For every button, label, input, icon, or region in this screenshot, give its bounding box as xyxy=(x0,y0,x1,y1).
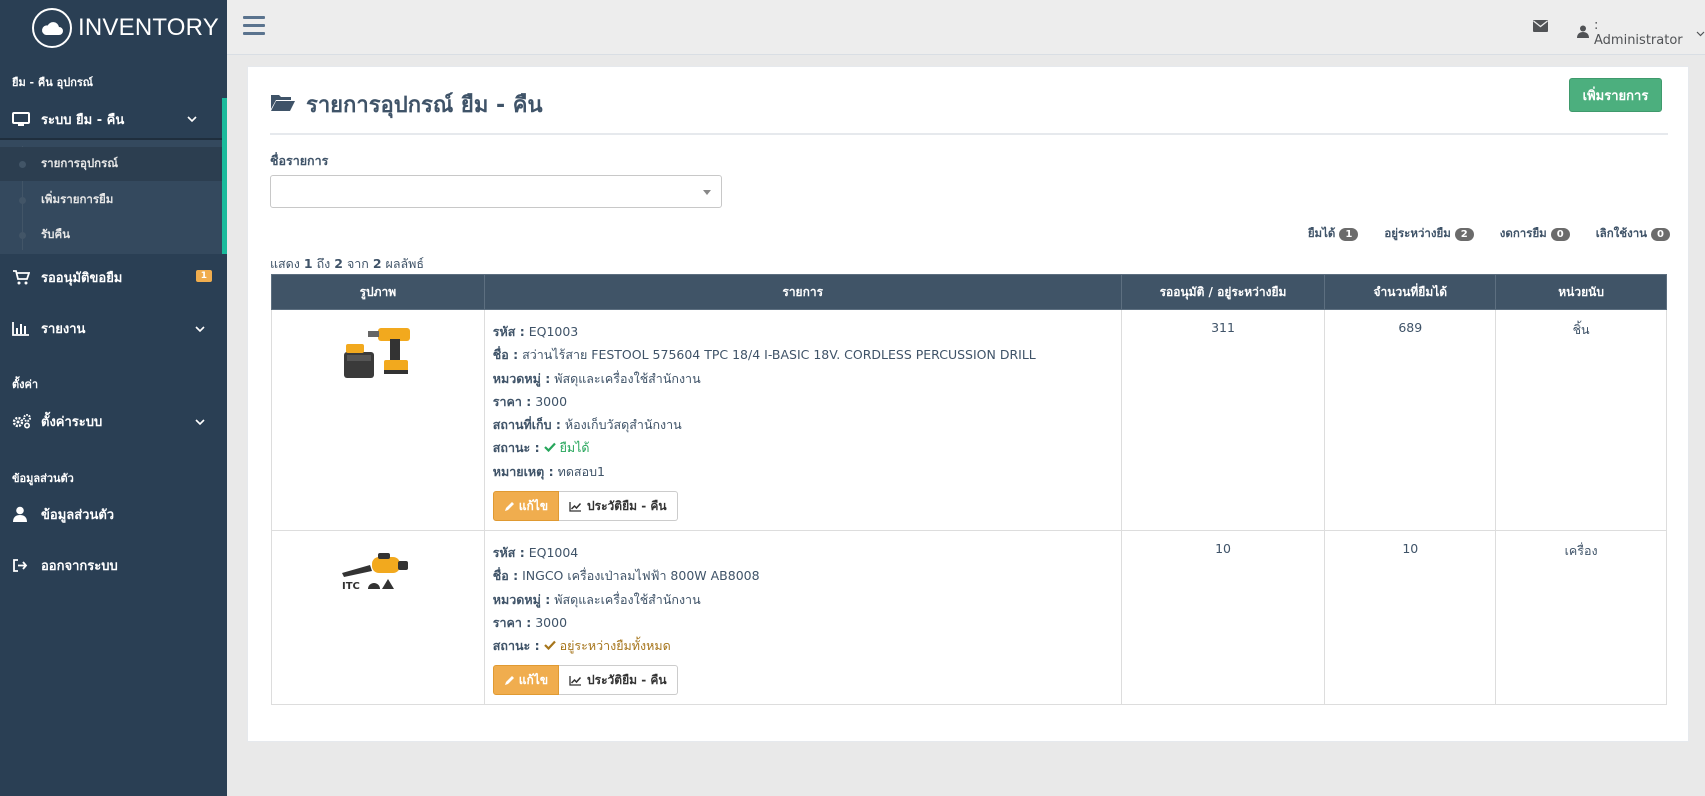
item-code: EQ1003 xyxy=(528,324,579,339)
user-name: : Administrator xyxy=(1594,18,1683,48)
table-row: ITC รหัส : EQ1004 ชื่อ : INGCO เครื่องเป… xyxy=(271,530,1667,705)
svg-text:ITC: ITC xyxy=(342,581,360,592)
column-header: รายการ xyxy=(483,274,1122,310)
detail-cell: รหัส : EQ1004 ชื่อ : INGCO เครื่องเป่าลม… xyxy=(483,530,1122,705)
brand[interactable]: INVENTORY xyxy=(0,0,227,55)
sidebar: INVENTORY ยืม - คืน อุปกรณ์ ระบบ ยืม - ค… xyxy=(0,0,227,796)
line-chart-icon xyxy=(569,675,582,686)
sign-out-icon xyxy=(12,558,34,573)
sidebar-item-approve[interactable]: รออนุมัติขอยืม 1 xyxy=(0,257,227,297)
image-cell: ITC xyxy=(271,530,485,705)
sidebar-item-profile[interactable]: ข้อมูลส่วนตัว xyxy=(0,494,227,534)
bar-chart-icon xyxy=(12,321,34,336)
page-title: รายการอุปกรณ์ ยืม - คืน xyxy=(270,87,543,122)
sidebar-item-add-borrow[interactable]: เพิ่มรายการยืม xyxy=(0,183,222,217)
desktop-icon xyxy=(12,111,34,127)
status-retired: เลิกใช้งาน 0 xyxy=(1596,225,1670,243)
chevron-down-icon xyxy=(187,112,197,127)
cart-icon xyxy=(12,269,34,285)
column-header: รออนุมัติ / อยู่ระหว่างยืม xyxy=(1120,274,1326,310)
sidebar-item-settings[interactable]: ตั้งค่าระบบ xyxy=(0,401,227,441)
folder-open-icon xyxy=(270,92,296,118)
pencil-icon xyxy=(504,501,514,511)
section-title-borrow: ยืม - คืน อุปกรณ์ xyxy=(12,76,93,89)
user-icon xyxy=(12,506,34,522)
history-button[interactable]: ประวัติยืม - คืน xyxy=(559,665,678,696)
cloud-icon xyxy=(32,7,72,48)
add-item-button[interactable]: เพิ่มรายการ xyxy=(1569,78,1662,112)
user-icon xyxy=(1577,25,1589,42)
chevron-down-icon xyxy=(195,415,205,430)
item-location: ห้องเก็บวัสดุสำนักงาน xyxy=(564,417,682,433)
bullet-icon xyxy=(19,231,26,239)
item-name-select[interactable] xyxy=(270,175,722,208)
sub-menu-borrow: รายการอุปกรณ์ เพิ่มรายการยืม รับคืน xyxy=(0,140,227,254)
bullet-icon xyxy=(19,196,26,204)
sidebar-item-label: ระบบ ยืม - คืน xyxy=(41,112,125,128)
detail-cell: รหัส : EQ1003 ชื่อ : สว่านไร้สาย FESTOOL… xyxy=(483,309,1122,531)
item-name: สว่านไร้สาย FESTOOL 575604 TPC 18/4 I-BA… xyxy=(522,347,1036,363)
item-category: พัสดุและเครื่องใช้สำนักงาน xyxy=(554,370,701,386)
result-summary: แสดง 1 ถึง 2 จาก 2 ผลลัพธ์ xyxy=(270,256,425,271)
table-row: รหัส : EQ1003 ชื่อ : สว่านไร้สาย FESTOOL… xyxy=(271,309,1667,531)
pencil-icon xyxy=(504,675,514,685)
item-price: 3000 xyxy=(535,393,568,409)
image-cell xyxy=(271,309,485,531)
available-count: 689 xyxy=(1324,309,1497,531)
sidebar-item-borrow-system[interactable]: ระบบ ยืม - คืน xyxy=(0,98,227,140)
check-icon xyxy=(543,640,556,651)
available-count: 10 xyxy=(1324,530,1497,705)
check-icon xyxy=(543,443,556,453)
item-price: 3000 xyxy=(535,614,568,630)
user-menu[interactable]: : Administrator xyxy=(1577,18,1705,48)
unit: ชิ้น xyxy=(1495,309,1667,531)
brand-title: INVENTORY xyxy=(78,13,219,41)
item-status: อยู่ระหว่างยืมทั้งหมด xyxy=(543,638,671,653)
item-status: ยืมได้ xyxy=(543,440,590,455)
item-note: ทดสอบ1 xyxy=(557,463,605,479)
sidebar-item-equipment-list[interactable]: รายการอุปกรณ์ xyxy=(0,147,222,181)
section-title-profile: ข้อมูลส่วนตัว xyxy=(12,472,74,485)
edit-button[interactable]: แก้ไข xyxy=(492,665,560,696)
sidebar-item-logout[interactable]: ออกจากระบบ xyxy=(0,545,227,585)
bullet-icon xyxy=(19,160,26,168)
chevron-down-icon xyxy=(195,322,205,337)
sidebar-item-report[interactable]: รายงาน xyxy=(0,308,227,348)
approve-count-badge: 1 xyxy=(195,270,212,282)
equipment-table: รูปภาพ รายการ รออนุมัติ / อยู่ระหว่างยืม… xyxy=(271,274,1667,705)
history-button[interactable]: ประวัติยืม - คืน xyxy=(559,491,678,522)
unit: เครื่อง xyxy=(1495,530,1667,705)
top-navbar: : Administrator xyxy=(227,0,1705,55)
envelope-icon[interactable] xyxy=(1533,20,1548,36)
column-header: หน่วยนับ xyxy=(1495,274,1667,310)
chevron-down-icon xyxy=(1696,26,1705,41)
item-name: INGCO เครื่องเป่าลมไฟฟ้า 800W AB8008 xyxy=(522,568,760,584)
filter-label: ชื่อรายการ xyxy=(270,153,329,168)
item-category: พัสดุและเครื่องใช้สำนักงาน xyxy=(554,591,701,607)
status-borrowing: อยู่ระหว่างยืม 2 xyxy=(1384,225,1474,243)
gears-icon xyxy=(12,413,34,429)
line-chart-icon xyxy=(569,501,582,512)
sidebar-item-return[interactable]: รับคืน xyxy=(0,218,222,252)
column-header: รูปภาพ xyxy=(271,274,485,310)
status-suspended: งดการยืม 0 xyxy=(1500,225,1570,243)
menu-toggle-icon[interactable] xyxy=(243,16,265,40)
section-title-settings: ตั้งค่า xyxy=(12,378,39,391)
caret-down-icon xyxy=(703,190,711,195)
pending-count: 311 xyxy=(1120,309,1326,531)
status-available: ยืมได้ 1 xyxy=(1308,225,1359,243)
drill-product-image xyxy=(338,328,418,385)
divider xyxy=(270,133,1668,135)
content-panel: รายการอุปกรณ์ ยืม - คืน เพิ่มรายการ ชื่อ… xyxy=(247,66,1689,742)
edit-button[interactable]: แก้ไข xyxy=(492,491,560,522)
blower-product-image: ITC xyxy=(338,553,418,596)
status-summary: ยืมได้ 1 อยู่ระหว่างยืม 2 งดการยืม 0 เลิกใช… xyxy=(1308,225,1670,243)
column-header: จำนวนที่ยืมได้ xyxy=(1324,274,1497,310)
item-code: EQ1004 xyxy=(528,545,579,560)
pending-count: 10 xyxy=(1120,530,1326,705)
